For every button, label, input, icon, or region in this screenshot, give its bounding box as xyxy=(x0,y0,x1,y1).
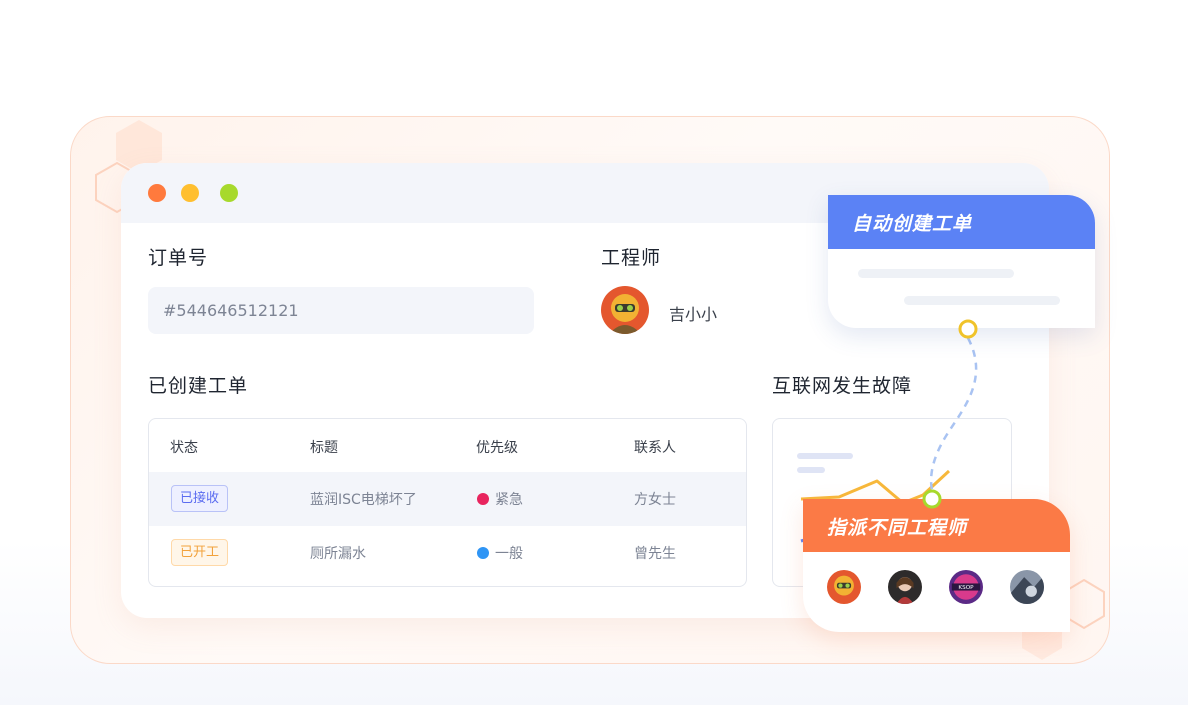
skeleton-line xyxy=(904,296,1060,305)
avatar-logo-icon: KSOP xyxy=(949,570,983,604)
svg-text:KSOP: KSOP xyxy=(958,585,974,591)
skeleton-line xyxy=(858,269,1014,278)
avatar-character-icon xyxy=(827,570,861,604)
engineer-avatar-3[interactable]: KSOP xyxy=(949,570,983,604)
avatar-character-icon xyxy=(1010,570,1044,604)
dispatch-card-header: 指派不同工程师 xyxy=(803,499,1070,552)
engineer-avatar-1[interactable] xyxy=(827,570,861,604)
engineer-avatar-4[interactable] xyxy=(1010,570,1044,604)
engineer-avatar-2[interactable] xyxy=(888,570,922,604)
dispatch-card-title: 指派不同工程师 xyxy=(827,517,968,539)
dispatch-engineers-card: 指派不同工程师 KSOP xyxy=(803,499,1070,632)
avatar-character-icon xyxy=(888,570,922,604)
auto-create-card-header: 自动创建工单 xyxy=(828,195,1095,249)
auto-create-ticket-card: 自动创建工单 xyxy=(828,195,1095,328)
auto-create-card-title: 自动创建工单 xyxy=(852,213,973,235)
